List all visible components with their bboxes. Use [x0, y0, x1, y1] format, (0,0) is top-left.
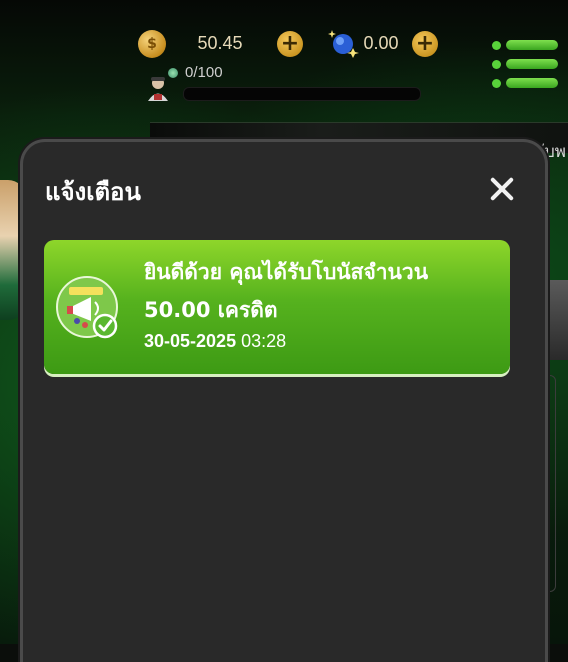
notification-time: 03:28: [241, 331, 287, 351]
hamburger-menu-icon[interactable]: [492, 36, 558, 90]
coin-balance: 50.45: [197, 33, 243, 53]
coin-icon: $: [138, 30, 166, 58]
xp-progress-text: 0/100: [185, 64, 223, 81]
add-gem-button[interactable]: +: [412, 31, 438, 57]
notification-modal: แจ้งเตือน ยินดีด้วย คุณได้รับโบนัสจำนวน …: [23, 142, 545, 662]
notification-title: ยินดีด้วย คุณได้รับโบนัสจำนวน: [144, 260, 429, 284]
xp-icon: [168, 68, 178, 78]
background-game-tile: [542, 280, 568, 360]
gem-icon: [328, 30, 359, 58]
notification-timestamp: 30-05-2025 03:28: [144, 331, 286, 352]
notification-date: 30-05-2025: [144, 331, 237, 351]
notification-item[interactable]: ยินดีด้วย คุณได้รับโบนัสจำนวน 50.00 เครด…: [44, 240, 510, 374]
megaphone-badge-icon: [56, 276, 118, 339]
xp-progress-bar: [183, 87, 421, 101]
notification-amount: 50.00 เครดิต: [144, 298, 278, 322]
modal-title: แจ้งเตือน: [45, 178, 141, 206]
close-button[interactable]: [489, 176, 515, 202]
gem-balance: 0.00: [363, 33, 399, 53]
add-coin-button[interactable]: +: [277, 31, 303, 57]
top-status-bar: $ 50.45 + 0.00 + 0/100: [0, 0, 568, 120]
player-avatar-icon[interactable]: [145, 74, 171, 102]
